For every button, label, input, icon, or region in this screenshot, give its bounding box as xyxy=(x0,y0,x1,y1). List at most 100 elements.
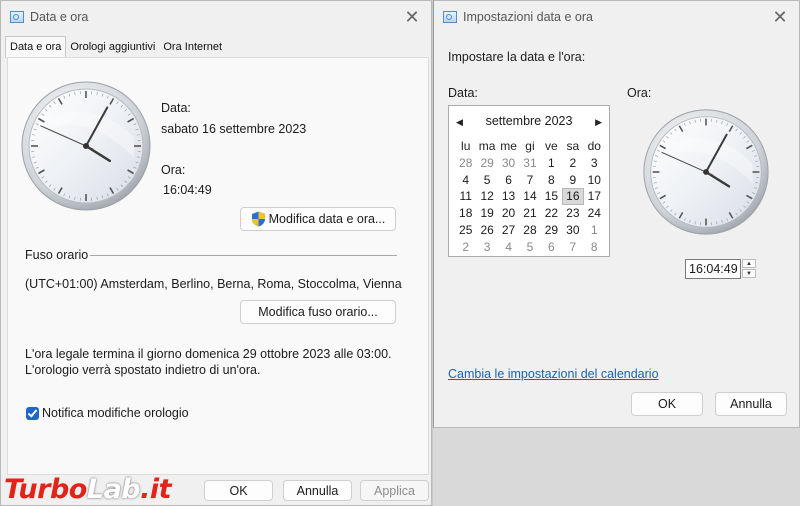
cancel-button[interactable]: Annulla xyxy=(283,480,352,501)
date-time-settings-window: Impostazioni data e ora ✕ Impostare la d… xyxy=(433,0,800,428)
weekday-label: lu xyxy=(461,139,471,153)
tab-strip: Data e ora Orologi aggiuntivi Ora Intern… xyxy=(5,36,226,58)
dst-info-line2: L'orologio verrà spostato indietro di un… xyxy=(25,363,261,377)
weekday-label: ve xyxy=(545,139,558,153)
calendar-day[interactable]: 3 xyxy=(584,155,605,172)
calendar-day[interactable]: 15 xyxy=(541,188,562,205)
timezone-value: (UTC+01:00) Amsterdam, Berlino, Berna, R… xyxy=(25,277,402,291)
calendar-day[interactable]: 6 xyxy=(541,239,562,256)
calendar-day[interactable]: 24 xyxy=(584,205,605,222)
calendar-day[interactable]: 26 xyxy=(476,222,497,239)
weekday-label: sa xyxy=(566,139,580,153)
calendar-day[interactable]: 2 xyxy=(455,239,476,256)
analog-clock-icon xyxy=(21,81,151,211)
calendar-day[interactable]: 11 xyxy=(455,188,476,205)
weekday-label: gi xyxy=(525,139,535,153)
calendar-day[interactable]: 5 xyxy=(519,239,540,256)
calendar-day[interactable]: 7 xyxy=(519,172,540,189)
close-icon[interactable]: ✕ xyxy=(401,6,423,28)
calendar-week-row: 28 29 30 31 1 2 3 xyxy=(455,155,605,172)
weekday-label: ma xyxy=(478,139,496,153)
change-timezone-button[interactable]: Modifica fuso orario... xyxy=(240,300,396,324)
timezone-divider xyxy=(90,255,397,256)
time-label: Ora: xyxy=(627,86,652,100)
tab-internet-time[interactable]: Ora Internet xyxy=(159,38,226,58)
close-icon[interactable]: ✕ xyxy=(769,6,791,28)
weekday-label: do xyxy=(587,139,601,153)
dst-info-line1: L'ora legale termina il giorno domenica … xyxy=(25,347,392,361)
calendar-week-row: 25 26 27 28 29 30 1 xyxy=(455,222,605,239)
calendar: ◀ settembre 2023 ▶ lu ma me gi ve sa do 28 29 30 3… xyxy=(448,105,610,257)
calendar-day[interactable]: 17 xyxy=(584,188,605,205)
calendar-week-row: 4 5 6 7 8 9 10 xyxy=(455,172,605,189)
tab-date-time[interactable]: Data e ora xyxy=(5,36,67,58)
calendar-day[interactable]: 3 xyxy=(476,239,497,256)
calendar-day[interactable]: 25 xyxy=(455,222,476,239)
window-title: Impostazioni data e ora xyxy=(463,10,593,24)
calendar-day[interactable]: 9 xyxy=(562,172,583,189)
date-label: Data: xyxy=(161,101,191,115)
calendar-day[interactable]: 29 xyxy=(476,155,497,172)
calendar-day[interactable]: 27 xyxy=(498,222,519,239)
date-label: Data: xyxy=(448,86,478,100)
titlebar: Impostazioni data e ora ✕ xyxy=(434,1,799,33)
calendar-day[interactable]: 29 xyxy=(541,222,562,239)
calendar-day[interactable]: 23 xyxy=(562,205,583,222)
time-decrement-icon[interactable]: ▼ xyxy=(742,269,756,278)
timezone-heading: Fuso orario xyxy=(25,248,89,262)
analog-clock-icon xyxy=(643,109,769,235)
calendar-day[interactable]: 31 xyxy=(519,155,540,172)
calendar-day[interactable]: 4 xyxy=(455,172,476,189)
instruction-text: Impostare la data e l'ora: xyxy=(448,50,586,64)
next-month-icon[interactable]: ▶ xyxy=(595,117,602,128)
calendar-day[interactable]: 21 xyxy=(519,205,540,222)
turbolab-watermark-logo: TurboLab.it xyxy=(4,474,172,505)
weekday-label: me xyxy=(500,139,517,153)
calendar-day[interactable]: 1 xyxy=(584,222,605,239)
calendar-day[interactable]: 4 xyxy=(498,239,519,256)
calendar-day[interactable]: 5 xyxy=(476,172,497,189)
calendar-day[interactable]: 16 xyxy=(562,188,584,206)
calendar-settings-link[interactable]: Cambia le impostazioni del calendario xyxy=(448,367,659,381)
watermark-part2: Lab xyxy=(86,474,141,505)
time-input[interactable]: 16:04:49 xyxy=(685,259,741,279)
calendar-day[interactable]: 30 xyxy=(498,155,519,172)
calendar-day[interactable]: 20 xyxy=(498,205,519,222)
calendar-header: ◀ settembre 2023 ▶ xyxy=(449,114,609,130)
date-time-window: Data e ora ✕ Data e ora Orologi aggiunti… xyxy=(0,0,432,506)
ok-button[interactable]: OK xyxy=(204,480,273,501)
time-increment-icon[interactable]: ▲ xyxy=(742,259,756,268)
time-value: 16:04:49 xyxy=(163,183,212,197)
change-date-time-label: Modifica data e ora... xyxy=(268,212,386,226)
datetime-app-icon xyxy=(443,11,457,23)
calendar-day[interactable]: 28 xyxy=(455,155,476,172)
background-area xyxy=(433,428,800,506)
calendar-day[interactable]: 6 xyxy=(498,172,519,189)
calendar-day[interactable]: 14 xyxy=(519,188,540,205)
calendar-grid: lu ma me gi ve sa do 28 29 30 31 1 2 3 4 5 6 7 8 9 10 11 12 13 1… xyxy=(455,138,605,256)
calendar-day[interactable]: 1 xyxy=(541,155,562,172)
calendar-week-row: 18 19 20 21 22 23 24 xyxy=(455,205,605,222)
notify-label: Notifica modifiche orologio xyxy=(42,406,189,420)
calendar-day[interactable]: 30 xyxy=(562,222,583,239)
calendar-day[interactable]: 8 xyxy=(541,172,562,189)
apply-button[interactable]: Applica xyxy=(360,480,429,501)
calendar-day[interactable]: 2 xyxy=(562,155,583,172)
ok-button[interactable]: OK xyxy=(631,392,703,416)
calendar-weekday-row: lu ma me gi ve sa do xyxy=(455,138,605,155)
calendar-day[interactable]: 8 xyxy=(584,239,605,256)
tab-additional-clocks[interactable]: Orologi aggiuntivi xyxy=(66,38,159,58)
calendar-day[interactable]: 18 xyxy=(455,205,476,222)
change-date-time-button[interactable]: Modifica data e ora... xyxy=(240,207,396,231)
calendar-day[interactable]: 10 xyxy=(584,172,605,189)
calendar-day[interactable]: 7 xyxy=(562,239,583,256)
calendar-day[interactable]: 19 xyxy=(476,205,497,222)
cancel-button[interactable]: Annulla xyxy=(715,392,787,416)
calendar-month-title[interactable]: settembre 2023 xyxy=(449,114,609,128)
calendar-day[interactable]: 13 xyxy=(498,188,519,205)
watermark-part3: .it xyxy=(140,474,172,505)
calendar-day[interactable]: 12 xyxy=(476,188,497,205)
notify-checkbox[interactable] xyxy=(26,407,39,420)
calendar-day[interactable]: 22 xyxy=(541,205,562,222)
calendar-day[interactable]: 28 xyxy=(519,222,540,239)
